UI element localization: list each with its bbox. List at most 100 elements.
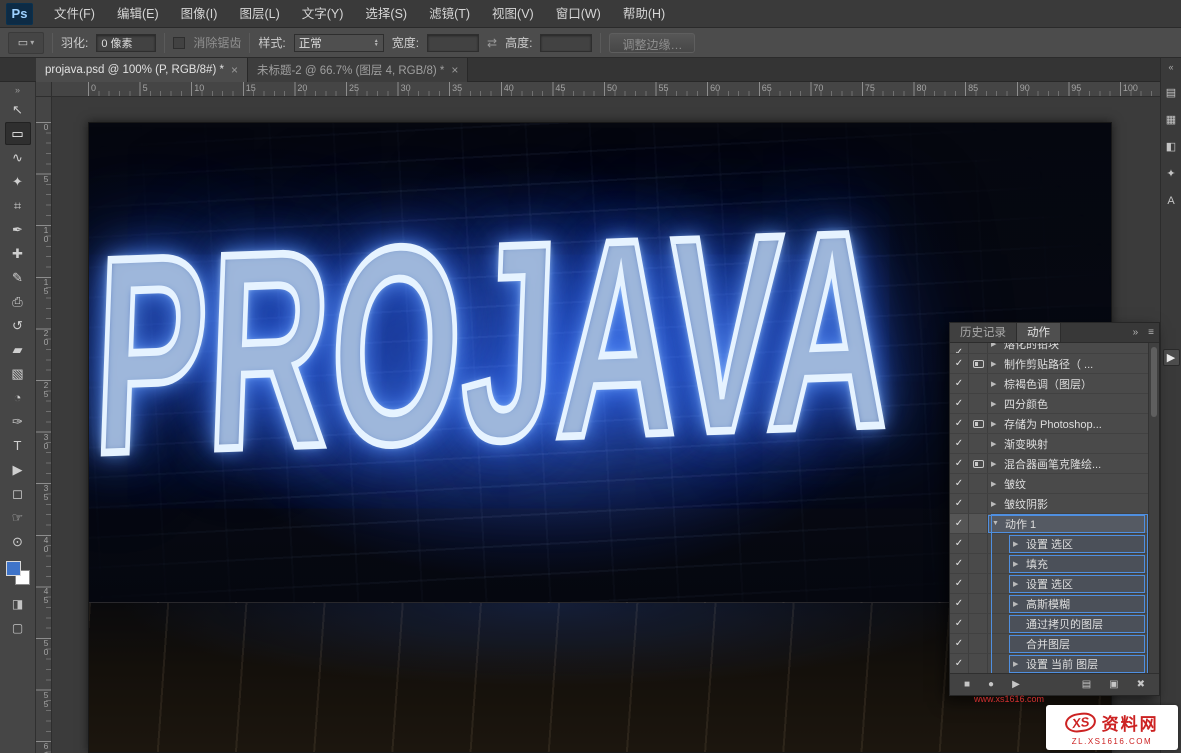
menu-item[interactable]: 窗口(W)	[545, 0, 612, 28]
new-set-button[interactable]: ▤	[1082, 679, 1091, 690]
action-row[interactable]: ✓ ▶ 皱纹	[950, 474, 1148, 494]
collapse-tools-icon[interactable]: »	[15, 84, 20, 96]
dialog-toggle-cell[interactable]	[969, 634, 988, 653]
action-name-cell[interactable]: ▶ 设置 选区	[1009, 574, 1145, 593]
dialog-toggle-cell[interactable]	[969, 394, 988, 413]
style-select[interactable]: 正常	[293, 33, 384, 52]
dialog-toggle-cell[interactable]	[969, 534, 988, 553]
action-row[interactable]: ✓ ▶ 棕褐色调（图层）	[950, 374, 1148, 394]
rectangular-marquee-tool[interactable]: ▭	[4, 122, 31, 145]
path-selection-tool[interactable]: ▶	[5, 458, 31, 481]
action-row[interactable]: ✓ ▶ 设置 选区	[950, 574, 1148, 594]
gradient-tool[interactable]: ▧	[5, 362, 31, 385]
action-row[interactable]: ✓ ▶ 四分颜色	[950, 394, 1148, 414]
type-tool[interactable]: T	[5, 434, 31, 457]
document-tab[interactable]: projava.psd @ 100% (P, RGB/8#) * ×	[36, 58, 248, 82]
panel-scrollbar[interactable]	[1148, 343, 1159, 673]
clone-stamp-tool[interactable]: ⎙	[5, 290, 31, 313]
action-name-cell[interactable]: ▶ 制作剪贴路径（ ...	[988, 355, 1145, 373]
record-button[interactable]: ●	[988, 679, 994, 690]
document-tab[interactable]: 未标题-2 @ 66.7% (图层 4, RGB/8) * ×	[247, 58, 469, 82]
height-input[interactable]	[540, 33, 593, 52]
action-row[interactable]: ✓ 合并图层	[950, 634, 1148, 654]
include-checkmark[interactable]: ✓	[950, 394, 969, 413]
dialog-toggle-cell[interactable]	[969, 374, 988, 393]
panel-tab[interactable]: 历史记录	[950, 323, 1017, 342]
expand-toggle-icon[interactable]: ▶	[1013, 660, 1023, 668]
expand-toggle-icon[interactable]: ▶	[1013, 580, 1023, 588]
feather-input[interactable]	[96, 33, 157, 52]
scrollbar-thumb[interactable]	[1151, 347, 1157, 417]
action-name-cell[interactable]: ▶ 存储为 Photoshop...	[988, 415, 1145, 433]
include-checkmark[interactable]: ✓	[950, 634, 969, 653]
action-name-cell[interactable]: ▶ 四分颜色	[988, 395, 1145, 413]
include-checkmark[interactable]: ✓	[950, 454, 969, 473]
quick-mask-icon[interactable]: ◨	[6, 595, 30, 613]
include-checkmark[interactable]: ✓	[950, 474, 969, 493]
expand-toggle-icon[interactable]: ▶	[991, 480, 1001, 488]
eraser-tool[interactable]: ▰	[5, 338, 31, 361]
include-checkmark[interactable]: ✓	[950, 374, 969, 393]
dialog-toggle-cell[interactable]	[969, 354, 988, 373]
action-row[interactable]: ✓ ▶ 混合器画笔克隆绘...	[950, 454, 1148, 474]
include-checkmark[interactable]: ✓	[950, 574, 969, 593]
action-row[interactable]: ✓ ▼ 动作 1	[950, 514, 1148, 534]
refine-edge-button[interactable]: 调整边缘…	[609, 32, 696, 53]
action-name-cell[interactable]: ▶ 高斯模糊	[1009, 594, 1145, 613]
action-name-cell[interactable]: 合并图层	[1009, 634, 1145, 653]
action-row[interactable]: ✓ ▶ 高斯模糊	[950, 594, 1148, 614]
panel-menu-icon[interactable]: ≡	[1143, 323, 1159, 342]
swap-dimensions-icon[interactable]: ⇄	[487, 36, 497, 50]
delete-button[interactable]: ✖	[1137, 679, 1145, 690]
action-row[interactable]: ✓ ▶ 设置 选区	[950, 534, 1148, 554]
healing-brush-tool[interactable]: ✚	[5, 242, 31, 265]
include-checkmark[interactable]: ✓	[950, 434, 969, 453]
dialog-toggle-cell[interactable]	[969, 574, 988, 593]
expand-toggle-icon[interactable]: ▶	[991, 400, 1001, 408]
vertical-ruler[interactable]: 0 5 10 15 20 25 30 35 40 45 50 55 60	[36, 97, 52, 753]
dialog-toggle-cell[interactable]	[969, 454, 988, 473]
styles-panel-icon[interactable]: ✦	[1163, 165, 1180, 182]
expand-toggle-icon[interactable]: ▶	[991, 343, 1001, 348]
dialog-toggle-cell[interactable]	[969, 474, 988, 493]
expand-toggle-icon[interactable]: ▶	[1013, 560, 1023, 568]
action-name-cell[interactable]: ▶ 熔化的铅块	[988, 343, 1145, 353]
expand-toggle-icon[interactable]: ▶	[991, 440, 1001, 448]
foreground-color-swatch[interactable]	[5, 561, 21, 576]
action-row[interactable]: ✓ ▶ 存储为 Photoshop...	[950, 414, 1148, 434]
action-name-cell[interactable]: ▶ 皱纹阴影	[988, 495, 1145, 513]
character-panel-icon[interactable]: A	[1163, 192, 1180, 209]
expand-toggle-icon[interactable]: ▼	[992, 520, 1002, 527]
dialog-toggle-cell[interactable]	[969, 343, 988, 353]
action-row[interactable]: ✓ ▶ 熔化的铅块	[950, 343, 1148, 354]
menu-item[interactable]: 编辑(E)	[106, 0, 170, 28]
include-checkmark[interactable]: ✓	[950, 343, 969, 353]
stop-button[interactable]: ■	[964, 679, 970, 690]
expand-toggle-icon[interactable]: ▶	[991, 380, 1001, 388]
include-checkmark[interactable]: ✓	[950, 354, 969, 373]
dialog-toggle-cell[interactable]	[969, 494, 988, 513]
expand-toggle-icon[interactable]: ▶	[991, 420, 1001, 428]
include-checkmark[interactable]: ✓	[950, 414, 969, 433]
action-row[interactable]: ✓ ▶ 填充	[950, 554, 1148, 574]
crop-tool[interactable]: ⌗	[5, 194, 31, 217]
action-name-cell[interactable]: ▶ 皱纹	[988, 475, 1145, 493]
dialog-toggle-cell[interactable]	[969, 554, 988, 573]
action-name-cell[interactable]: ▶ 填充	[1009, 554, 1145, 573]
action-name-cell[interactable]: ▶ 棕褐色调（图层）	[988, 375, 1145, 393]
shape-tool[interactable]: ◻	[5, 482, 31, 505]
menu-item[interactable]: 图层(L)	[228, 0, 290, 28]
dialog-toggle-cell[interactable]	[969, 514, 988, 533]
dialog-toggle-cell[interactable]	[969, 654, 988, 673]
actions-panel-icon[interactable]: ▶	[1162, 349, 1180, 366]
expand-toggle-icon[interactable]: ▶	[991, 460, 1001, 468]
action-name-cell[interactable]: 通过拷贝的图层	[1009, 614, 1145, 633]
antialias-checkbox[interactable]	[173, 36, 186, 49]
dialog-toggle-cell[interactable]	[969, 414, 988, 433]
hand-tool[interactable]: ☞	[5, 506, 31, 529]
include-checkmark[interactable]: ✓	[950, 494, 969, 513]
include-checkmark[interactable]: ✓	[950, 614, 969, 633]
close-icon[interactable]: ×	[451, 63, 458, 77]
play-button[interactable]: ▶	[1012, 679, 1020, 690]
action-row[interactable]: ✓ ▶ 皱纹阴影	[950, 494, 1148, 514]
